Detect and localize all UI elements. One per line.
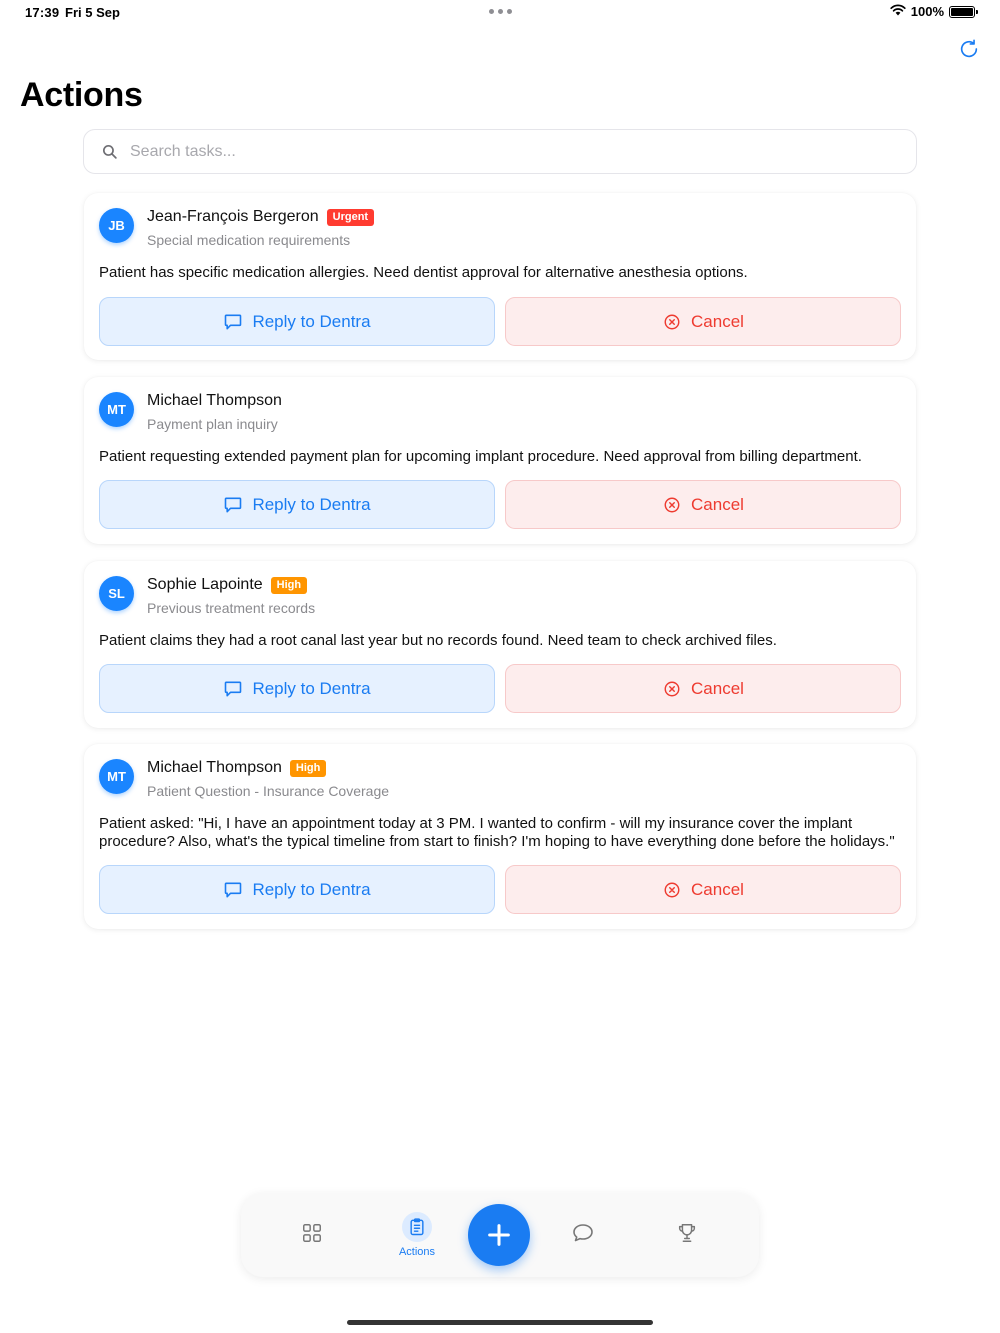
close-circle-icon [662,679,682,699]
search-input[interactable] [130,142,890,161]
status-date: Fri 5 Sep [65,5,120,20]
patient-name: Michael Thompson [147,759,282,776]
chat-bubble-icon [223,495,243,515]
chat-bubble-icon [223,880,243,900]
action-card: SL Sophie Lapointe High Previous treatme… [84,561,916,728]
plus-icon [488,1224,510,1246]
reply-button-label: Reply to Dentra [252,879,371,899]
tab-dashboard[interactable] [292,1193,332,1277]
cancel-button-label: Cancel [691,879,744,899]
multitasking-dots[interactable] [489,9,512,14]
priority-badge: High [270,576,308,594]
name-row: Sophie Lapointe High [147,576,308,594]
status-indicators: 100% [890,4,978,19]
search-bar[interactable] [83,129,917,174]
add-button[interactable] [468,1204,530,1266]
cancel-button-label: Cancel [691,311,744,331]
wifi-icon [890,4,906,19]
cancel-button[interactable]: Cancel [505,664,901,713]
refresh-icon [960,39,978,58]
name-row: Jean-François Bergeron Urgent [147,208,375,226]
card-subtitle: Patient Question - Insurance Coverage [147,783,390,799]
tab-bar: Actions [241,1193,759,1277]
action-card: MT Michael Thompson High Patient Questio… [84,744,916,929]
patient-name: Sophie Lapointe [147,576,263,593]
chat-bubble-icon [571,1221,595,1250]
tab-actions[interactable]: Actions [387,1193,447,1277]
card-message: Patient has specific medication allergie… [99,264,748,281]
grid-icon [301,1222,323,1249]
card-message: Patient claims they had a root canal las… [99,632,777,649]
cancel-button[interactable]: Cancel [505,480,901,529]
clipboard-icon [402,1212,432,1242]
card-message: Patient asked: "Hi, I have an appointmen… [99,815,895,850]
card-message: Patient requesting extended payment plan… [99,448,862,465]
card-subtitle: Previous treatment records [147,600,316,616]
avatar: MT [99,759,134,794]
cancel-button[interactable]: Cancel [505,297,901,346]
trophy-icon [676,1222,698,1249]
page-title: Actions [20,76,143,114]
action-card: MT Michael Thompson Payment plan inquiry… [84,377,916,544]
reply-button-label: Reply to Dentra [252,678,371,698]
reply-button-label: Reply to Dentra [252,311,371,331]
close-circle-icon [662,495,682,515]
battery-icon [949,5,978,18]
home-indicator[interactable] [347,1320,653,1325]
chat-bubble-icon [223,679,243,699]
priority-badge: High [289,759,327,777]
name-row: Michael Thompson [147,392,282,410]
cancel-button-label: Cancel [691,494,744,514]
reply-button[interactable]: Reply to Dentra [99,865,495,914]
reply-button[interactable]: Reply to Dentra [99,297,495,346]
refresh-button[interactable] [956,36,982,62]
action-card: JB Jean-François Bergeron Urgent Special… [84,193,916,360]
tab-label: Actions [398,1246,436,1258]
patient-name: Michael Thompson [147,392,282,409]
chat-bubble-icon [223,312,243,332]
tab-achievements[interactable] [667,1193,707,1277]
cancel-button-label: Cancel [691,678,744,698]
priority-badge: Urgent [326,208,375,226]
card-subtitle: Special medication requirements [147,232,351,248]
reply-button-label: Reply to Dentra [252,494,371,514]
cancel-button[interactable]: Cancel [505,865,901,914]
reply-button[interactable]: Reply to Dentra [99,480,495,529]
close-circle-icon [662,880,682,900]
tab-messages[interactable] [563,1193,603,1277]
avatar: JB [99,208,134,243]
status-time: 17:39 [25,5,60,20]
status-bar: 17:39 Fri 5 Sep 100% [0,0,1000,26]
patient-name: Jean-François Bergeron [147,208,319,225]
avatar: SL [99,576,134,611]
search-icon [100,143,118,161]
name-row: Michael Thompson High [147,759,327,777]
battery-percent: 100% [910,4,944,19]
reply-button[interactable]: Reply to Dentra [99,664,495,713]
avatar: MT [99,392,134,427]
close-circle-icon [662,312,682,332]
card-subtitle: Payment plan inquiry [147,416,278,432]
